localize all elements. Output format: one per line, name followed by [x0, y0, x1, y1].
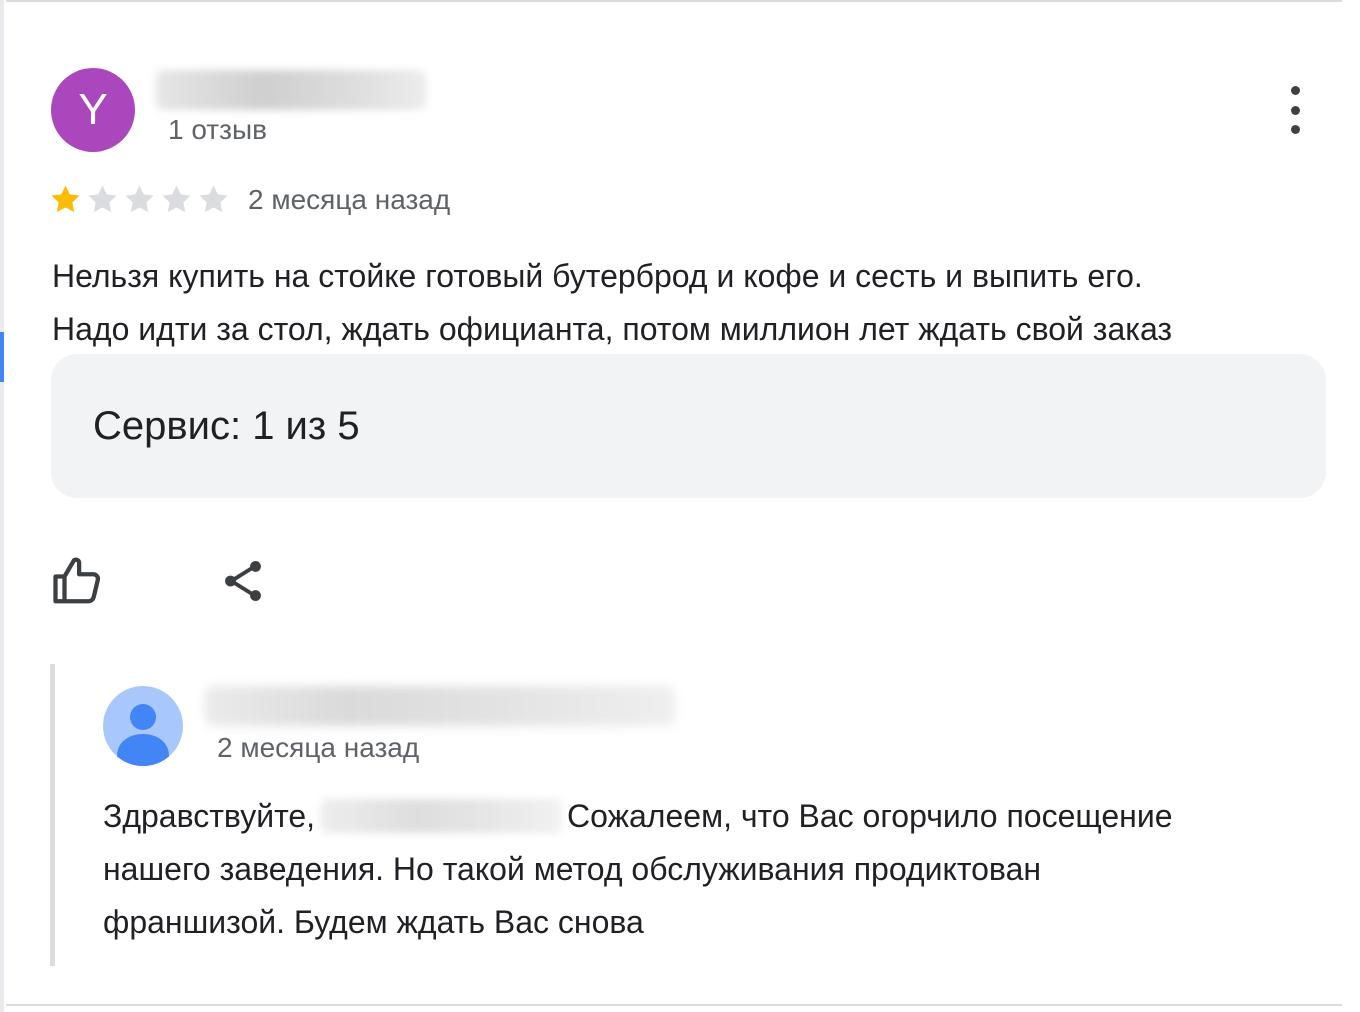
reply-time: 2 месяца назад — [217, 732, 420, 763]
reviewer-avatar[interactable]: Y — [51, 68, 135, 152]
star-filled-icon — [51, 185, 80, 213]
service-rating: Сервис: 1 из 5 — [93, 404, 360, 448]
reply-text-line: нашего заведения. Но такой метод обслужи… — [103, 851, 1042, 887]
customer-name-redacted — [321, 799, 562, 833]
avatar-letter: Y — [78, 85, 108, 134]
owner-name-redacted — [205, 686, 675, 726]
owner-avatar — [103, 686, 183, 766]
more-vert-icon-dot — [1290, 105, 1300, 115]
more-vert-icon — [1290, 86, 1300, 95]
review-count[interactable]: 1 отзыв — [168, 114, 267, 146]
share-icon — [225, 561, 261, 601]
review-text-line: Надо идти за стол, ждать официанта, пото… — [52, 311, 1173, 347]
review-text: Нельзя купить на стойке готовый бутербро… — [52, 250, 1342, 356]
share-button[interactable] — [218, 556, 268, 606]
reviewer-name-redacted[interactable] — [156, 70, 426, 110]
reply-text-part: Сожалеем, что Вас огорчило посещение — [567, 798, 1173, 834]
star-empty-icon — [162, 185, 191, 213]
star-empty-icon — [199, 185, 228, 213]
left-edge-accent — [0, 332, 4, 382]
thumb-up-icon — [53, 557, 101, 604]
left-edge-border — [0, 0, 4, 1012]
reply-greeting: Здравствуйте, — [103, 798, 316, 834]
more-options-button[interactable] — [1278, 86, 1312, 134]
reply-text: Здравствуйте, Сожалеем, что Вас огорчило … — [103, 790, 1333, 949]
reply-text-line: франшизой. Будем ждать Вас снова — [103, 904, 644, 940]
star-rating — [49, 183, 230, 216]
service-rating-box: Сервис: 1 из 5 — [51, 354, 1326, 498]
more-vert-icon-dot — [1290, 125, 1300, 134]
star-empty-icon — [125, 185, 154, 213]
review-card: Y 1 отзыв 2 месяца назад Нельзя купить н… — [6, 0, 1342, 1006]
reply-text-line: Здравствуйте, Сожалеем, что Вас огорчило … — [103, 790, 1333, 843]
person-icon — [117, 704, 169, 766]
star-empty-icon — [88, 185, 117, 213]
review-time: 2 месяца назад — [248, 184, 451, 215]
owner-reply: 2 месяца назад Здравствуйте, Сожалеем, чт… — [50, 664, 1345, 966]
like-button[interactable] — [51, 554, 105, 608]
review-text-line: Нельзя купить на стойке готовый бутербро… — [52, 258, 1143, 294]
